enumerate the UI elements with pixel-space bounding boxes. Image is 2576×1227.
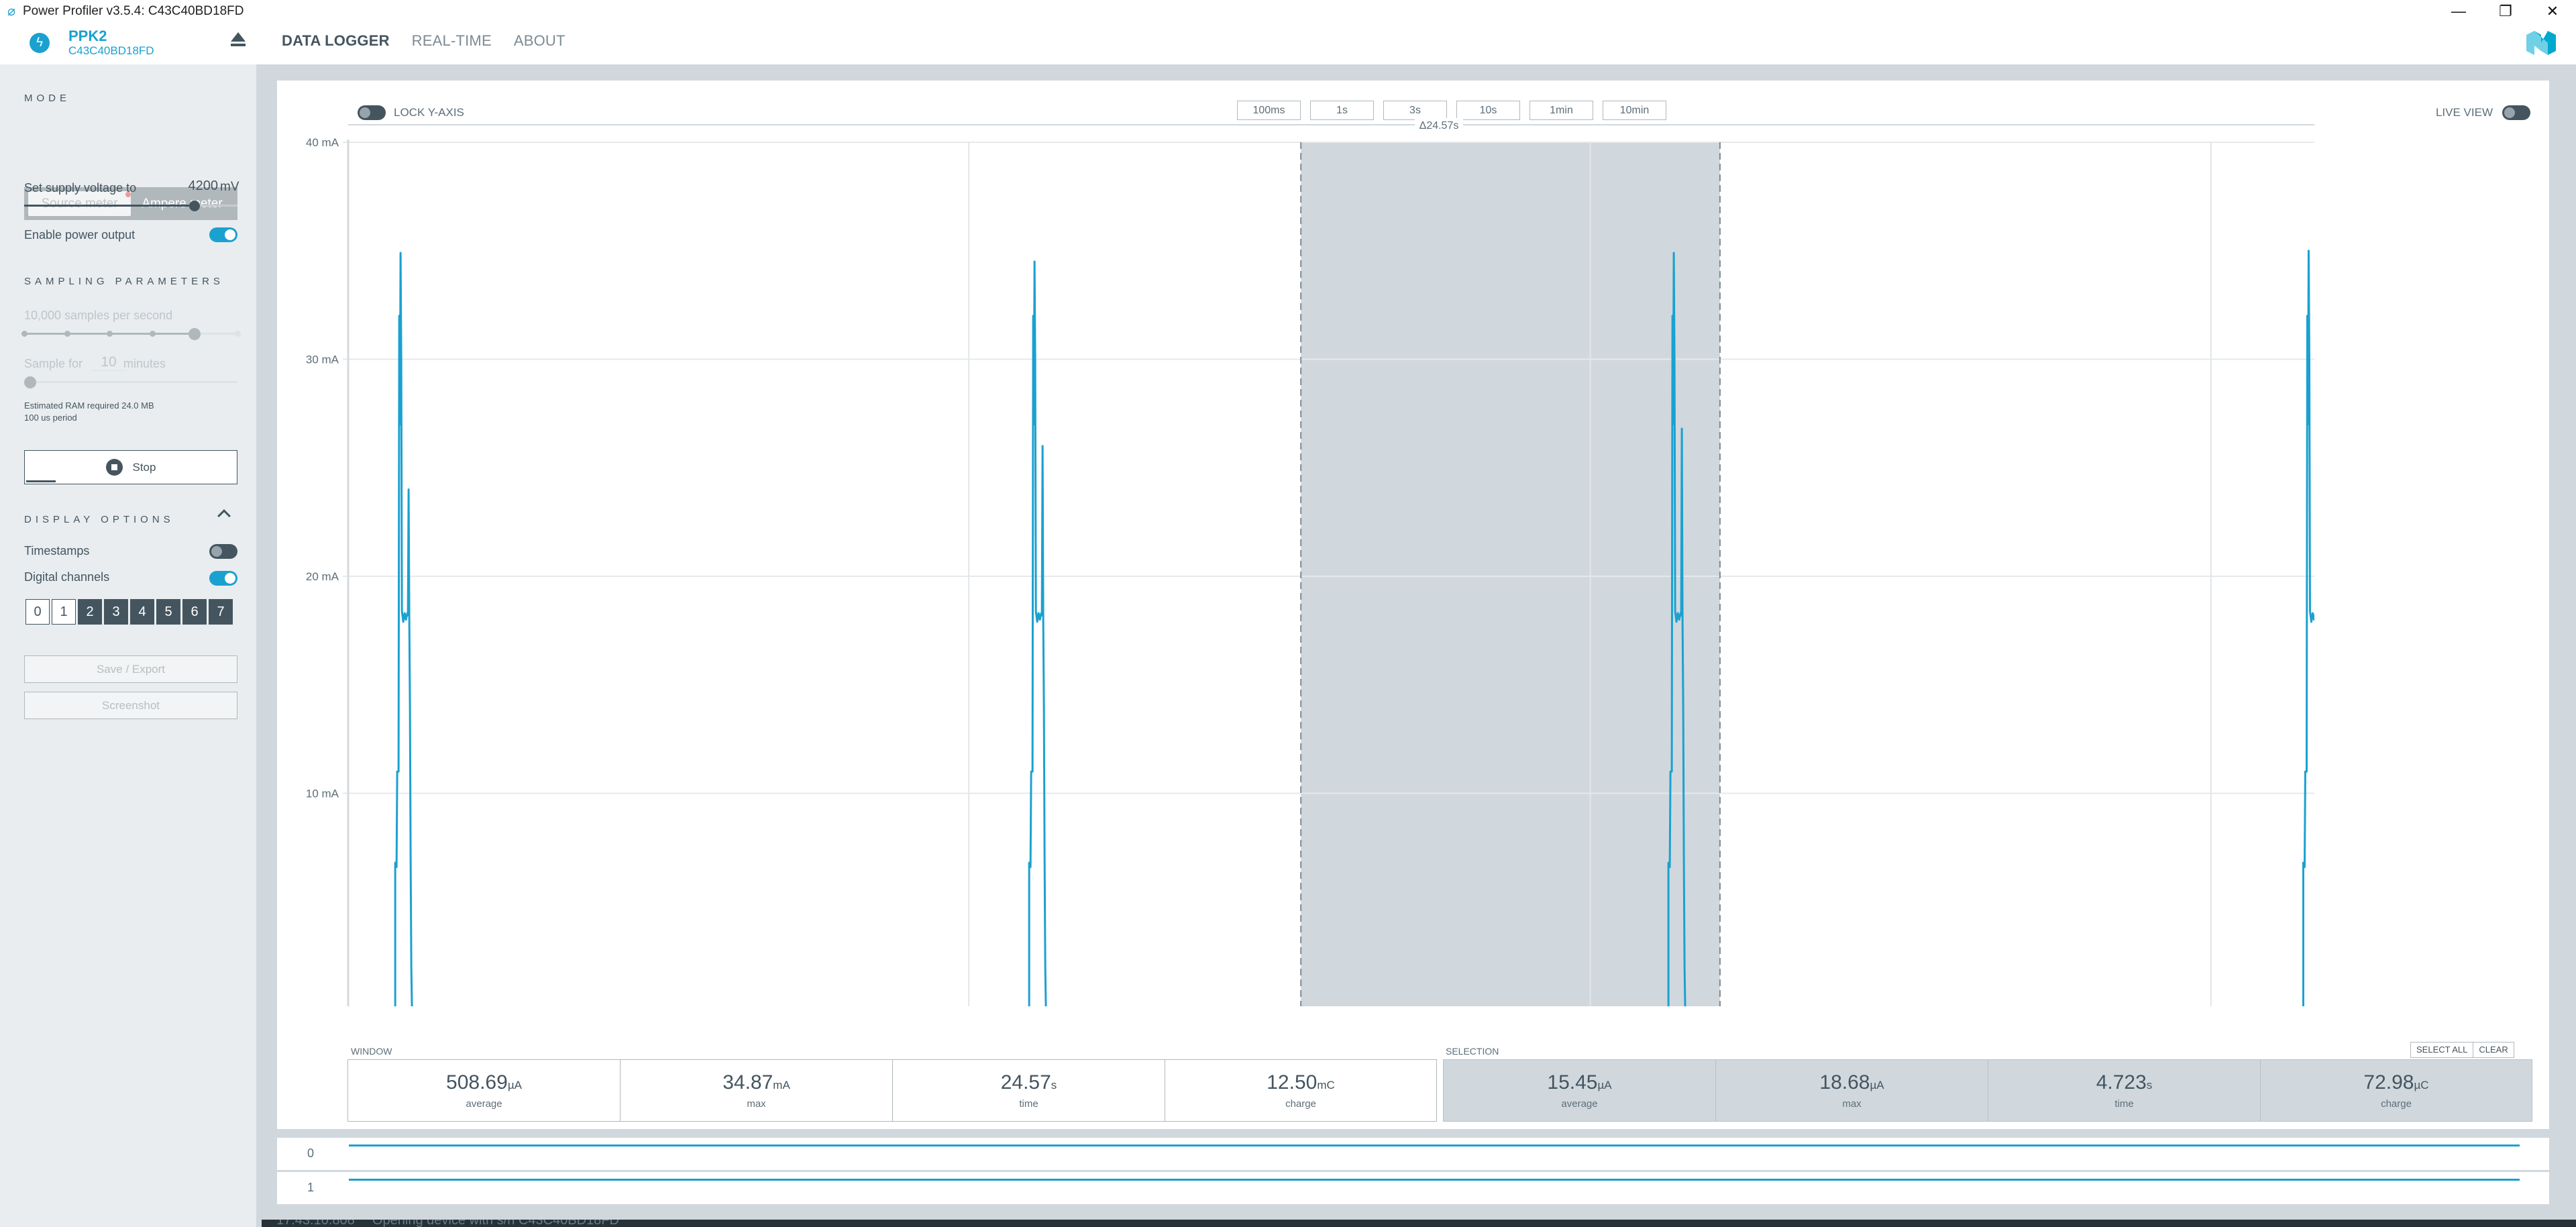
window-stat-time: 24.57s time [892,1059,1165,1122]
stat-unit: s [1051,1079,1057,1091]
selection-stats-title: SELECTION [1446,1046,1499,1057]
current-chart[interactable]: Δ24.57s0 µA10 mA20 mA30 mA40 mAΔ4.723s [0,0,2314,1006]
window-stat-max: 34.87mA max [620,1059,892,1122]
log-timestamp: 17:43:10.808 [276,1220,355,1227]
stat-unit: s [2146,1079,2153,1091]
y-tick-label: 20 mA [306,570,339,583]
close-icon: ✕ [2546,3,2559,19]
minimize-button[interactable]: — [2435,0,2482,23]
stat-value: 508.69µA [446,1071,522,1094]
stat-unit: µA [1597,1079,1612,1091]
stat-unit: µA [507,1079,522,1091]
window-delta-label: Δ24.57s [1419,120,1459,131]
log-status-bar: 17:43:10.808 Opening device with s/n C43… [262,1220,2576,1227]
digital-channel-trace [349,1144,2520,1146]
selection-actions: SELECT ALL CLEAR [2410,1042,2514,1058]
minimize-icon: — [2451,3,2466,19]
stat-value: 12.50mC [1267,1071,1335,1094]
live-view-toggle[interactable] [2502,105,2530,120]
stat-caption: average [1561,1098,1598,1110]
stat-unit: mA [773,1079,790,1091]
stat-caption: charge [2381,1098,2412,1110]
stat-caption: average [466,1098,502,1110]
y-tick-label: 0 µA [315,1004,339,1006]
selection-stat-max: 18.68µA max [1715,1059,1988,1122]
window-stats: 508.69µA average 34.87mA max 24.57s time 12.50… [347,1059,1437,1122]
digital-channel-row: 0 [277,1138,2549,1170]
live-view[interactable]: LIVE VIEW [2436,105,2530,120]
selection-stat-charge: 72.98µC charge [2260,1059,2532,1122]
stat-number: 72.98 [2363,1071,2414,1093]
stat-number: 15.45 [1547,1071,1598,1093]
stat-caption: time [1019,1098,1038,1110]
selection-region [1301,142,1720,1006]
digital-channel-row: 1 [277,1172,2549,1204]
stat-unit: µA [1870,1079,1884,1091]
stat-caption: charge [1285,1098,1316,1110]
stat-value: 18.68µA [1819,1071,1884,1094]
close-button[interactable]: ✕ [2529,0,2576,23]
selection-stat-time: 4.723s time [1988,1059,2260,1122]
stat-value: 34.87mA [722,1071,790,1094]
stat-number: 24.57 [1000,1071,1051,1093]
stat-caption: time [2114,1098,2134,1110]
stat-value: 24.57s [1001,1071,1057,1094]
digital-channel-trace [349,1179,2520,1181]
digital-channel-label: 1 [307,1181,315,1194]
restore-button[interactable]: ❐ [2482,0,2529,23]
selection-stats: 15.45µA average 18.68µA max 4.723s time 72.98µ… [1443,1059,2532,1122]
stat-number: 18.68 [1819,1071,1870,1093]
window-stat-charge: 12.50mC charge [1165,1059,1437,1122]
stat-caption: max [1842,1098,1862,1110]
stat-value: 4.723s [2096,1071,2153,1094]
y-tick-label: 10 mA [306,788,339,800]
digital-channel-label: 0 [307,1146,315,1160]
stat-value: 72.98µC [2363,1071,2428,1094]
restore-icon: ❐ [2499,3,2512,19]
stat-number: 4.723 [2096,1071,2147,1093]
log-message: Opening device with s/n C43C40BD18FD [372,1220,619,1227]
stat-unit: µC [2414,1079,2429,1091]
stat-number: 34.87 [722,1071,773,1093]
stat-number: 508.69 [446,1071,508,1093]
stat-number: 12.50 [1267,1071,1318,1093]
y-tick-label: 30 mA [306,354,339,366]
stat-unit: mC [1317,1079,1335,1091]
y-tick-label: 40 mA [306,136,339,149]
stat-value: 15.45µA [1547,1071,1611,1094]
selection-stat-average: 15.45µA average [1443,1059,1715,1122]
clear-selection-button[interactable]: CLEAR [2473,1042,2514,1058]
window-stats-title: WINDOW [351,1046,392,1057]
stat-caption: max [747,1098,766,1110]
window-stat-average: 508.69µA average [347,1059,620,1122]
nordic-logo-icon [2526,31,2556,55]
select-all-button[interactable]: SELECT ALL [2410,1042,2474,1058]
